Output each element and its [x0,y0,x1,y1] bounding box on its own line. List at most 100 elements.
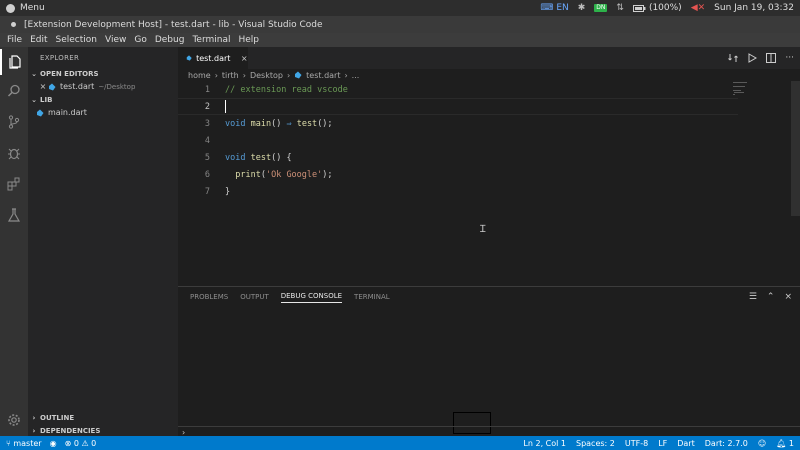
code-line: 5 void test() { [178,149,738,166]
dart-file-icon [49,83,56,90]
open-editors-header[interactable]: ⌄ OPEN EDITORS [28,67,178,80]
minimap[interactable] [733,81,791,286]
dart-sdk-version[interactable]: Dart: 2.7.0 [705,439,748,448]
line-number: 6 [204,169,210,180]
tab-output[interactable]: OUTPUT [240,293,269,301]
warning-icon: ⚠ [81,438,89,448]
menu-file[interactable]: File [3,35,26,45]
code-text: void test() { [225,152,292,163]
keyboard-layout-indicator[interactable]: ⌨ EN [540,3,568,13]
status-bar: ⑂ master ◉ ⊗ 0 ⚠ 0 Ln 2, Col 1 Spaces: 2… [0,436,800,450]
debug-icon[interactable] [0,140,28,166]
window-control-icon[interactable] [11,22,16,27]
code-line: 3 void main() ⇒ test(); [178,115,738,132]
editor-scrollbar[interactable] [791,81,800,216]
line-number: 4 [204,135,210,146]
app-indicator-icon[interactable]: DN [594,4,608,12]
notifications[interactable]: 🔔︎ 1 [776,439,794,448]
sync-eye-icon[interactable]: ◉ [50,439,57,448]
lib-folder-header[interactable]: ⌄ LIB [28,93,178,106]
git-branch-icon: ⑂ [6,438,11,448]
end-of-line[interactable]: LF [658,439,667,448]
code-line: 1 // extension read vscode [178,81,738,98]
extensions-icon[interactable] [0,171,28,197]
split-editor-icon[interactable] [766,53,777,63]
open-changes-icon[interactable] [728,53,739,63]
line-number: 7 [204,186,210,197]
close-panel-icon[interactable]: × [784,292,792,302]
os-top-bar: Menu ⌨ EN ✱ DN ⇅ (100%) ◀✕ Sun Jan 19, 0… [0,0,800,16]
code-line: 4 [178,132,738,149]
tab-terminal[interactable]: TERMINAL [354,293,390,301]
breadcrumb-item[interactable]: tirth [222,71,239,80]
keyboard-icon: ⌨ [540,3,554,13]
maximize-panel-icon[interactable]: ⌃ [767,292,775,302]
breadcrumb-item[interactable]: home [188,71,211,80]
volume-muted-icon[interactable]: ◀✕ [691,3,705,13]
error-icon: ⊗ [64,438,72,448]
bottom-panel: PROBLEMS OUTPUT DEBUG CONSOLE TERMINAL ☰… [178,286,800,437]
source-control-icon[interactable] [0,109,28,135]
explorer-icon[interactable] [0,49,28,75]
problems-indicator[interactable]: ⊗ 0 ⚠ 0 [65,439,97,448]
settings-gear-icon[interactable] [0,407,28,433]
code-line: 7 } [178,183,738,200]
close-icon[interactable]: × [38,82,48,91]
chevron-right-icon: › [32,413,36,422]
tab-debug-console[interactable]: DEBUG CONSOLE [280,292,343,303]
dart-file-icon [37,109,44,116]
clear-console-icon[interactable]: ☰ [749,292,757,302]
code-line-current: 2 [178,98,738,115]
battery-indicator[interactable]: (100%) [632,3,682,13]
cursor-position[interactable]: Ln 2, Col 1 [523,439,566,448]
tab-test-dart[interactable]: test.dart × [178,47,248,69]
open-editor-item[interactable]: × test.dart ~/Desktop [28,80,178,93]
network-icon[interactable]: ⇅ [616,3,624,13]
menu-go[interactable]: Go [130,35,150,45]
dart-file-icon [186,55,192,61]
os-menu-button[interactable]: Menu [0,3,45,13]
menu-help[interactable]: Help [234,35,263,45]
chevron-down-icon: ⌄ [31,69,37,78]
file-item-main-dart[interactable]: main.dart [28,106,178,119]
breadcrumb-item[interactable]: test.dart [306,71,340,80]
clock[interactable]: Sun Jan 19, 03:32 [714,3,794,13]
activity-bar [0,47,28,436]
indentation[interactable]: Spaces: 2 [576,439,615,448]
bluetooth-icon[interactable]: ✱ [578,3,586,13]
file-name: main.dart [48,108,87,117]
tab-problems[interactable]: PROBLEMS [190,293,228,301]
search-icon[interactable] [0,78,28,104]
breadcrumb-item[interactable]: Desktop [250,71,283,80]
menu-debug[interactable]: Debug [151,35,189,45]
code-editor[interactable]: 1 // extension read vscode 2 3 void main… [178,81,800,286]
line-number: 3 [204,118,210,129]
feedback-smiley-icon[interactable]: ☺ [758,439,766,448]
menu-edit[interactable]: Edit [26,35,51,45]
os-logo-icon [6,3,15,13]
explorer-sidebar: EXPLORER ⌄ OPEN EDITORS × test.dart ~/De… [28,47,178,436]
run-icon[interactable] [747,53,758,63]
os-menu-label: Menu [20,3,45,13]
menu-selection[interactable]: Selection [52,35,101,45]
line-number: 1 [204,84,210,95]
breadcrumb-item[interactable]: ... [352,71,360,80]
encoding[interactable]: UTF-8 [625,439,648,448]
more-actions-icon[interactable]: ··· [785,53,794,63]
test-flask-icon[interactable] [0,202,28,228]
text-cursor-icon: Ɪ [480,224,486,235]
outline-section-header[interactable]: › OUTLINE [28,411,178,424]
chevron-right-icon: › [214,70,218,80]
menu-terminal[interactable]: Terminal [188,35,234,45]
chevron-down-icon: ⌄ [31,95,37,104]
chevron-right-icon: › [32,426,36,435]
language-mode[interactable]: Dart [677,439,695,448]
tab-close-icon[interactable]: × [240,54,248,63]
code-text: print('Ok Google'); [235,169,333,180]
menu-view[interactable]: View [101,35,130,45]
bell-icon: 🔔︎ [776,438,787,448]
editor-actions: ··· [728,47,794,69]
editor-tab-bar: test.dart × ··· [178,47,800,69]
dart-file-icon [295,71,302,79]
branch-indicator[interactable]: ⑂ master [6,439,42,448]
